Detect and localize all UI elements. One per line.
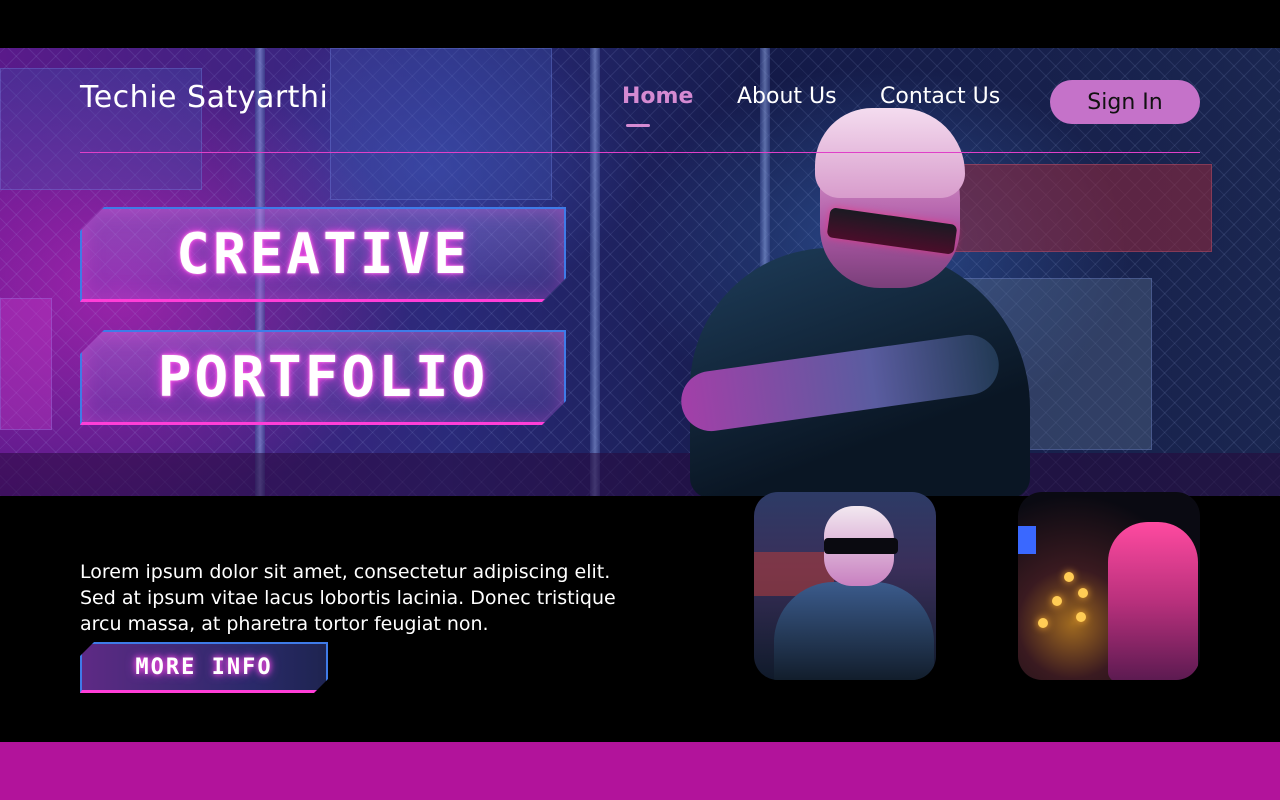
header-divider [80,152,1200,153]
circuit-board-side [0,298,52,430]
nav-contact-us[interactable]: Contact Us [880,84,1000,109]
hero-person-image [600,108,1060,496]
hero-title-plate-2: PORTFOLIO [80,330,566,425]
gallery-thumbnail-2[interactable] [1018,492,1200,680]
intro-description: Lorem ipsum dolor sit amet, consectetur … [80,561,616,635]
footer-bar [0,742,1280,800]
hero-title-line1: CREATIVE [176,221,470,287]
gallery-thumbnail-1[interactable] [754,492,936,680]
nav-about-us[interactable]: About Us [737,84,837,109]
conduit-pipe [590,48,600,496]
hero-title-plate-1: CREATIVE [80,207,566,302]
circuit-board-top [330,48,552,200]
nav-home[interactable]: Home [622,84,693,109]
more-info-button[interactable]: MORE INFO [80,642,328,693]
brand-logo[interactable]: Techie Satyarthi [80,80,328,115]
hero-title-line2: PORTFOLIO [157,344,489,410]
more-info-label: MORE INFO [135,654,273,680]
active-nav-indicator [626,124,650,127]
sign-in-button[interactable]: Sign In [1050,80,1200,124]
